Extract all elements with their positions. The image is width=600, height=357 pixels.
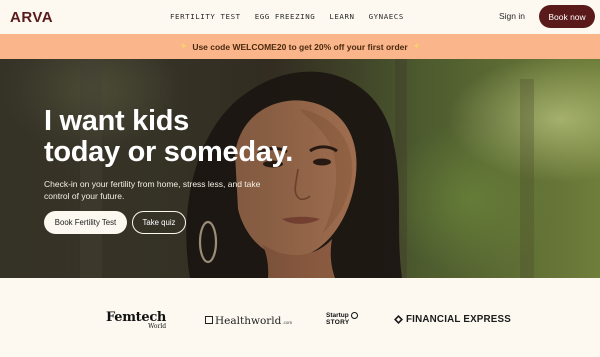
startup-story-logo: Startup STORY <box>326 312 358 327</box>
hero-section: I want kids today or someday. Check-in o… <box>0 59 600 278</box>
nav-egg-freezing[interactable]: EGG FREEZING <box>255 12 316 21</box>
financial-express-logo: FINANCIAL EXPRESS <box>394 314 511 325</box>
hero-subtext: Check-in on your fertility from home, st… <box>44 179 261 201</box>
sign-in-link[interactable]: Sign in <box>499 11 525 21</box>
promo-banner: ✦ Use code WELCOME20 to get 20% off your… <box>0 34 600 59</box>
brand-logo[interactable]: ARVA <box>10 9 53 26</box>
site-header: ARVA FERTILITY TEST EGG FREEZING LEARN G… <box>0 0 600 34</box>
story-mark-icon <box>350 312 358 319</box>
femtech-world-logo: Femtech World <box>106 308 166 330</box>
hero-headline-line-1: I want kids <box>44 105 189 137</box>
take-quiz-button[interactable]: Take quiz <box>132 211 186 234</box>
hero-headline: I want kids today or someday. <box>44 106 293 168</box>
healthworld-logo: Healthworld .com <box>205 315 292 327</box>
femtech-sub: World <box>148 323 167 330</box>
startup-story-line-2: STORY <box>326 319 350 327</box>
hero-headline-line-2: today or someday. <box>44 136 293 168</box>
healthworld-mark-icon <box>205 316 213 324</box>
sparkle-icon: ✦ <box>412 41 421 51</box>
press-logos: Femtech World Healthworld .com Startup S… <box>0 278 600 357</box>
main-nav: FERTILITY TEST EGG FREEZING LEARN GYNAEC… <box>170 12 404 21</box>
nav-gynaecs[interactable]: GYNAECS <box>369 12 404 21</box>
nav-learn[interactable]: LEARN <box>329 12 354 21</box>
healthworld-name: Healthworld <box>215 315 282 327</box>
book-now-button[interactable]: Book now <box>539 5 595 28</box>
sparkle-icon: ✦ <box>179 41 188 51</box>
nav-fertility-test[interactable]: FERTILITY TEST <box>170 12 241 21</box>
book-fertility-test-button[interactable]: Book Fertility Test <box>44 211 127 234</box>
promo-text: Use code WELCOME20 to get 20% off your f… <box>192 41 408 52</box>
healthworld-suffix: .com <box>282 320 293 325</box>
hero-overlay <box>0 59 600 278</box>
financial-express-name: FINANCIAL EXPRESS <box>406 314 512 325</box>
startup-story-line-1: Startup <box>326 312 349 320</box>
financial-express-mark-icon <box>394 315 403 324</box>
